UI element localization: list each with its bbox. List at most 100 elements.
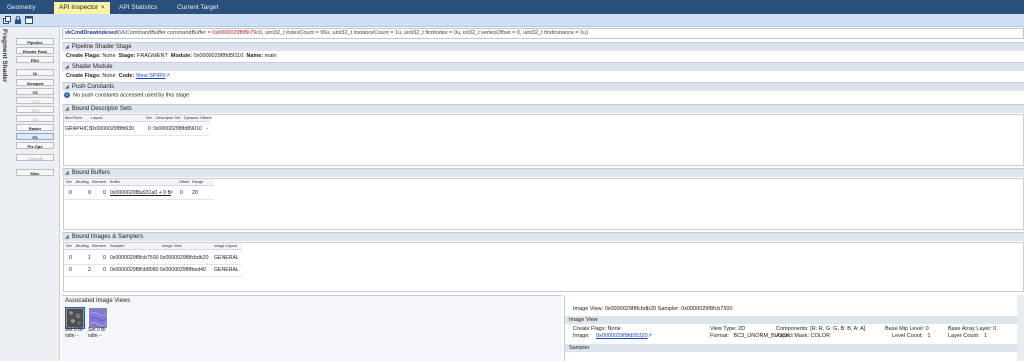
collapse-icon[interactable]: ◢ — [65, 64, 69, 70]
descriptor-set-cell: 0x0000029f8fd89010 — [153, 126, 202, 132]
api-call-display[interactable]: vkCmdDrawIndexed(VkCommandBuffer command… — [62, 28, 1024, 39]
layer-count-row: Layer Count: 1 — [948, 333, 987, 339]
copy-icon[interactable] — [3, 16, 11, 24]
stage-button-pipeline[interactable]: Pipeline — [16, 38, 54, 45]
section-header-shader-module[interactable]: ◢ Shader Module — [62, 62, 1024, 71]
stage-button-tcs[interactable]: TCS — [16, 97, 54, 104]
column-header[interactable]: Set — [66, 180, 72, 184]
value: None — [102, 53, 116, 59]
binding-cell: 2 — [88, 267, 91, 273]
tab-geometry[interactable]: Geometry — [2, 2, 41, 14]
stage-button-vs[interactable]: VS — [16, 88, 54, 95]
tab-api-statistics[interactable]: API Statistics — [114, 2, 162, 14]
value: 2D — [738, 326, 746, 332]
column-header[interactable]: Element — [92, 244, 106, 248]
section-title: Bound Images & Samplers — [71, 234, 144, 240]
tab-current-target[interactable]: Current Target — [172, 2, 223, 14]
stage-button-compute[interactable]: Compute — [16, 154, 54, 161]
tab-label: Current Target — [177, 4, 219, 11]
view-spirv-link[interactable]: View SPIRV — [136, 73, 166, 79]
stage-button-misc[interactable]: Misc — [16, 169, 54, 176]
image-view-detail-panel: Image View: 0x0000029f8fcbdb20 Sampler: … — [564, 295, 1024, 361]
sampler-cell: 0x0000029f8fcb7500 — [110, 255, 159, 261]
value: 0 — [993, 326, 997, 332]
section-title: Bound Buffers — [71, 170, 110, 176]
image-layout-cell: GENERAL — [214, 255, 239, 261]
binding-cell: 0 — [88, 190, 91, 196]
collapse-icon[interactable]: ◢ — [65, 84, 69, 90]
label: Layer Count: — [948, 333, 980, 339]
external-link-icon[interactable]: ↗ — [648, 333, 653, 339]
external-link-icon[interactable]: ↗ — [169, 190, 173, 196]
column-header[interactable]: Set — [66, 244, 72, 248]
command-buffer-address: 0x0000029f8ffe79c0 — [212, 30, 263, 36]
window-icon[interactable] — [25, 16, 33, 24]
element-cell: 0 — [103, 255, 106, 261]
value: FRAGMENT — [136, 53, 168, 59]
label: Create Flags: — [573, 326, 607, 332]
buffer-link[interactable]: 0x0000029f8a931a0 + 0 B — [110, 190, 171, 196]
column-header[interactable]: Set — [146, 116, 152, 120]
label: Code: — [118, 73, 135, 79]
column-header[interactable]: Image View — [162, 244, 182, 248]
column-header[interactable]: Dynamic Offsets — [184, 116, 212, 120]
section-header-pipeline-shader-stage[interactable]: ◢ Pipeline Shader Stage — [62, 42, 1024, 51]
element-cell: 0 — [103, 190, 106, 196]
section-header-bound-images[interactable]: ◢ Bound Images & Samplers — [62, 232, 1024, 241]
bound-buffers-table: Set Binding Element Buffer Offset Range … — [63, 178, 1024, 230]
sampler-subheader[interactable]: Sampler — [565, 344, 1024, 352]
thumbnail-label: Set 0 Bi ndin··· — [65, 327, 83, 339]
associated-image-views-panel: Associated Image Views Set 0 Bi ndin··· … — [62, 295, 562, 361]
stage-button-tes[interactable]: TES — [16, 106, 54, 113]
stage-button-raster[interactable]: Raster — [16, 124, 54, 131]
row-divider — [64, 199, 214, 200]
call-params-rest: , uint32_t indexCount = 96u, uint32_t in… — [262, 30, 589, 36]
panel-title: Associated Image Views — [65, 298, 131, 304]
texture-thumbnail-image — [67, 309, 83, 327]
image-view-subheader[interactable]: Image View — [565, 316, 1024, 324]
column-header[interactable]: Range — [192, 180, 203, 184]
image-view-thumbnail[interactable] — [89, 308, 107, 328]
column-header[interactable]: Element — [92, 180, 106, 184]
stage-button-fs[interactable]: FS — [16, 133, 54, 140]
collapse-icon[interactable]: ◢ — [65, 234, 69, 240]
stage-button-fbo[interactable]: FBO — [16, 56, 54, 63]
function-name: vkCmdDrawIndexed — [65, 30, 118, 36]
column-header[interactable]: Image Layout — [214, 244, 237, 248]
image-link[interactable]: 0x0000029f8fd05320 — [596, 333, 648, 339]
tab-api-inspector[interactable]: API Inspector × — [54, 2, 110, 14]
column-header[interactable]: Buffer — [110, 180, 120, 184]
close-icon[interactable]: × — [101, 5, 105, 11]
image-view-cell: 0x0000029f8fcbdb20 — [160, 255, 209, 261]
stage-button-gs[interactable]: GS — [16, 115, 54, 122]
collapse-icon[interactable]: ◢ — [65, 170, 69, 176]
column-header[interactable]: Binding — [76, 180, 89, 184]
stage-button-ia[interactable]: IA — [16, 69, 54, 76]
panel-title: Fragment Shader — [1, 29, 11, 149]
column-header[interactable]: Offset — [179, 180, 189, 184]
section-header-bound-descriptor-sets[interactable]: ◢ Bound Descriptor Sets — [62, 104, 1024, 113]
external-link-icon[interactable]: ↗ — [166, 73, 171, 79]
set-cell: 0 — [69, 267, 72, 273]
set-cell: 0 — [148, 126, 151, 132]
collapse-icon[interactable]: ◢ — [65, 44, 69, 50]
image-view-thumbnail[interactable] — [65, 307, 85, 329]
stage-button-pix-ops[interactable]: Pix Ops — [16, 142, 54, 149]
column-header[interactable]: Layout — [91, 116, 102, 120]
stage-button-render-pass[interactable]: Render Pass — [16, 47, 54, 54]
column-header[interactable]: Descriptor Set — [156, 116, 180, 120]
column-header[interactable]: Sampler — [110, 244, 124, 248]
set-cell: 0 — [69, 190, 72, 196]
lock-icon[interactable] — [14, 16, 22, 24]
column-header[interactable]: Bind Point — [65, 116, 82, 120]
vertical-scrollbar[interactable] — [1017, 295, 1024, 361]
collapse-icon[interactable]: ◢ — [65, 106, 69, 112]
section-header-bound-buffers[interactable]: ◢ Bound Buffers — [62, 168, 1024, 177]
layout-cell: 0x0000029f8fb630 — [91, 126, 134, 132]
value: 0 — [925, 326, 929, 332]
call-params: (VkCommandBuffer commandBuffer = — [117, 30, 213, 36]
section-header-push-constants[interactable]: ◢ Push Constants — [62, 82, 1024, 91]
label: Name: — [246, 53, 264, 59]
column-header[interactable]: Binding — [76, 244, 89, 248]
stage-button-viewport[interactable]: Viewport — [16, 79, 54, 86]
